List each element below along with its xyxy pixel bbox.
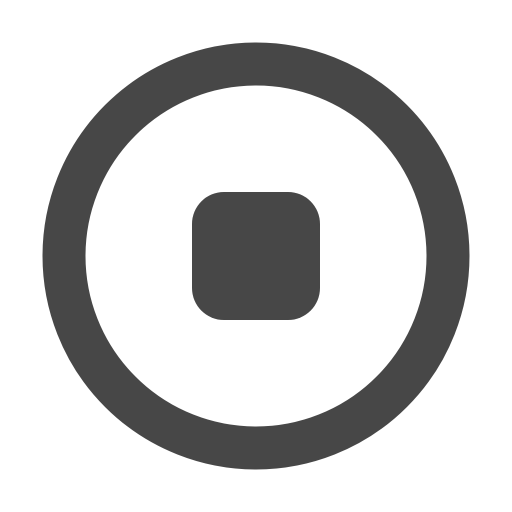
icon-canvas: [0, 0, 512, 512]
stop-circle-icon[interactable]: [0, 0, 512, 512]
stop-icon-square: [192, 192, 320, 320]
